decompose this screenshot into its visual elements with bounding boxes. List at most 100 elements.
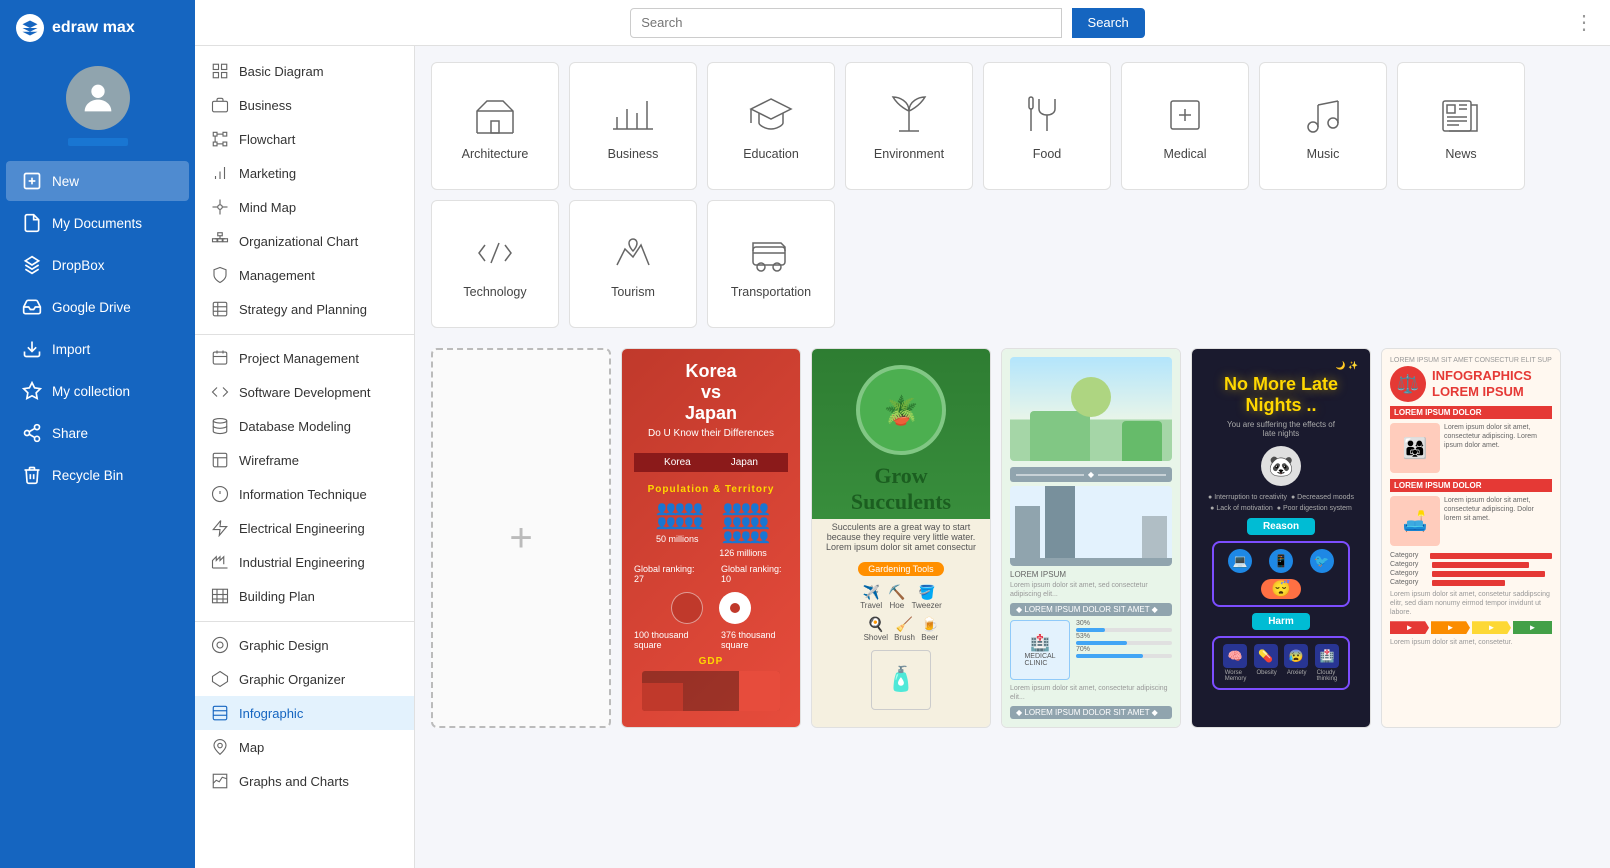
basic-diagram-icon: [211, 62, 229, 80]
search-button[interactable]: Search: [1072, 8, 1145, 38]
menu-item-org-chart[interactable]: Organizational Chart: [195, 224, 414, 258]
category-business[interactable]: Business: [569, 62, 697, 190]
technology-icon: [471, 229, 519, 277]
app-logo: edraw max: [0, 0, 195, 56]
menu-item-strategy-label: Strategy and Planning: [239, 302, 367, 317]
late-nights-title: No More LateNights ..: [1224, 374, 1338, 416]
category-grid: Architecture Business Education: [431, 62, 1594, 328]
sidebar-item-my-collection[interactable]: My collection: [6, 371, 189, 411]
menu-item-graphic-organizer[interactable]: Graphic Organizer: [195, 662, 414, 696]
menu-item-marketing[interactable]: Marketing: [195, 156, 414, 190]
template-infographics-lorem[interactable]: LOREM IPSUM SIT AMET CONSECTUR ELIT SUP …: [1381, 348, 1561, 728]
right-panel: Architecture Business Education: [415, 46, 1610, 868]
avatar: [66, 66, 130, 130]
menu-item-org-chart-label: Organizational Chart: [239, 234, 358, 249]
menu-item-graphs-charts[interactable]: Graphs and Charts: [195, 764, 414, 798]
my-collection-icon: [22, 381, 42, 401]
new-template-card[interactable]: +: [431, 348, 611, 728]
menu-section-3: Graphic Design Graphic Organizer Infogra…: [195, 628, 414, 798]
template-korea-japan[interactable]: KoreavsJapan Do U Know their Differences…: [621, 348, 801, 728]
sidebar-item-new[interactable]: New: [6, 161, 189, 201]
menu-item-business[interactable]: Business: [195, 88, 414, 122]
transportation-label: Transportation: [731, 285, 811, 299]
news-icon: [1437, 91, 1485, 139]
menu-item-building-plan[interactable]: Building Plan: [195, 579, 414, 613]
category-food[interactable]: Food: [983, 62, 1111, 190]
menu-item-industrial[interactable]: Industrial Engineering: [195, 545, 414, 579]
map-icon: [211, 738, 229, 756]
menu-item-wireframe[interactable]: Wireframe: [195, 443, 414, 477]
menu-divider-2: [195, 621, 414, 622]
menu-item-software-dev-label: Software Development: [239, 385, 371, 400]
menu-item-basic-diagram[interactable]: Basic Diagram: [195, 54, 414, 88]
sidebar-item-import[interactable]: Import: [6, 329, 189, 369]
category-environment[interactable]: Environment: [845, 62, 973, 190]
sidebar-item-google-drive[interactable]: Google Drive: [6, 287, 189, 327]
menu-item-electrical[interactable]: Electrical Engineering: [195, 511, 414, 545]
electrical-icon: [211, 519, 229, 537]
menu-item-software-dev[interactable]: Software Development: [195, 375, 414, 409]
category-tourism[interactable]: Tourism: [569, 200, 697, 328]
google-drive-icon: [22, 297, 42, 317]
menu-item-graphic-design[interactable]: Graphic Design: [195, 628, 414, 662]
menu-item-flowchart[interactable]: Flowchart: [195, 122, 414, 156]
environment-label: Environment: [874, 147, 944, 161]
category-technology[interactable]: Technology: [431, 200, 559, 328]
food-label: Food: [1033, 147, 1062, 161]
sidebar-item-dropbox[interactable]: DropBox: [6, 245, 189, 285]
tourism-icon: [609, 229, 657, 277]
business-icon: [211, 96, 229, 114]
category-education[interactable]: Education: [707, 62, 835, 190]
sidebar-item-share[interactable]: Share: [6, 413, 189, 453]
menu-item-database-label: Database Modeling: [239, 419, 351, 434]
environment-icon: [885, 91, 933, 139]
menu-item-building-plan-label: Building Plan: [239, 589, 315, 604]
marketing-icon: [211, 164, 229, 182]
import-icon: [22, 339, 42, 359]
software-dev-icon: [211, 383, 229, 401]
logo-icon: [16, 14, 44, 42]
template-landscape[interactable]: ◆ LOREM IPSUM Lorem ipsum dolor sit amet…: [1001, 348, 1181, 728]
news-label: News: [1445, 147, 1476, 161]
my-documents-icon: [22, 213, 42, 233]
menu-item-graphic-design-label: Graphic Design: [239, 638, 329, 653]
menu-item-database[interactable]: Database Modeling: [195, 409, 414, 443]
sidebar-item-recycle-bin-label: Recycle Bin: [52, 468, 123, 483]
template-late-nights[interactable]: 🌙 ✨ No More LateNights .. You are suffer…: [1191, 348, 1371, 728]
menu-item-map-label: Map: [239, 740, 264, 755]
category-transportation[interactable]: Transportation: [707, 200, 835, 328]
flowchart-icon: [211, 130, 229, 148]
sidebar-item-my-collection-label: My collection: [52, 384, 130, 399]
menu-item-mind-map[interactable]: Mind Map: [195, 190, 414, 224]
music-label: Music: [1307, 147, 1340, 161]
template-succulents[interactable]: 🪴 GrowSucculents Succulents are a great …: [811, 348, 991, 728]
database-icon: [211, 417, 229, 435]
app-name: edraw max: [52, 19, 135, 37]
left-panel: Basic Diagram Business Flowchart Marketi…: [195, 46, 415, 868]
technology-label: Technology: [463, 285, 526, 299]
menu-item-strategy[interactable]: Strategy and Planning: [195, 292, 414, 326]
building-plan-icon: [211, 587, 229, 605]
sidebar-item-my-documents[interactable]: My Documents: [6, 203, 189, 243]
architecture-icon: [471, 91, 519, 139]
category-architecture[interactable]: Architecture: [431, 62, 559, 190]
sidebar-item-share-label: Share: [52, 426, 88, 441]
user-profile-icon[interactable]: ⋮: [1574, 10, 1594, 35]
sidebar-item-recycle-bin[interactable]: Recycle Bin: [6, 455, 189, 495]
sidebar-item-dropbox-label: DropBox: [52, 258, 105, 273]
menu-item-management[interactable]: Management: [195, 258, 414, 292]
menu-section-1: Basic Diagram Business Flowchart Marketi…: [195, 54, 414, 326]
menu-item-map[interactable]: Map: [195, 730, 414, 764]
project-management-icon: [211, 349, 229, 367]
search-input[interactable]: [630, 8, 1061, 38]
category-news[interactable]: News: [1397, 62, 1525, 190]
food-icon: [1023, 91, 1071, 139]
menu-item-infographic[interactable]: Infographic: [195, 696, 414, 730]
menu-item-info-technique[interactable]: Information Technique: [195, 477, 414, 511]
menu-item-project-management[interactable]: Project Management: [195, 341, 414, 375]
category-music[interactable]: Music: [1259, 62, 1387, 190]
infographic-icon: [211, 704, 229, 722]
category-medical[interactable]: Medical: [1121, 62, 1249, 190]
org-chart-icon: [211, 232, 229, 250]
avatar-area: [0, 56, 195, 160]
